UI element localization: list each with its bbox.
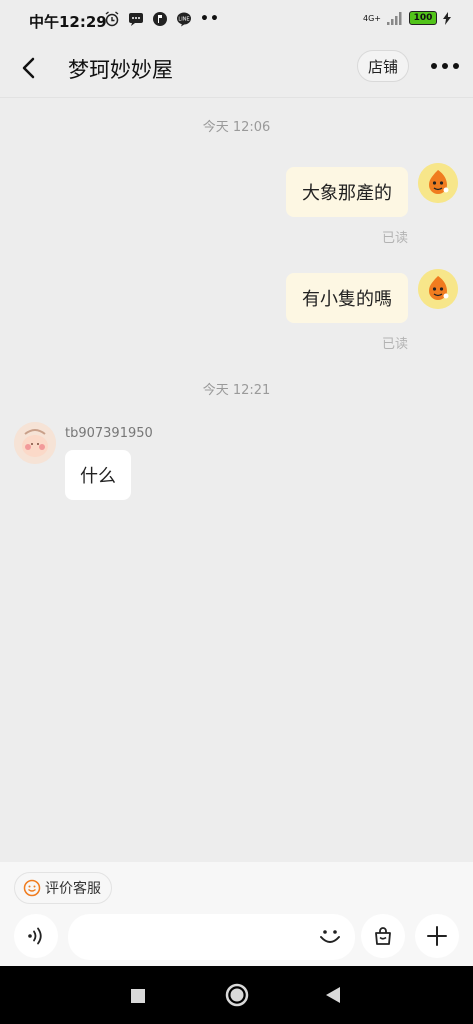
home-icon[interactable]	[225, 983, 249, 1007]
status-bar: 中午12:29 LINE •• 4G+ 100	[0, 0, 473, 40]
message-input[interactable]	[68, 914, 355, 960]
battery-icon: 100	[409, 11, 437, 25]
notification-icons: LINE ••	[104, 11, 220, 27]
message-bubble-outgoing[interactable]: 有小隻的嗎	[286, 273, 408, 323]
rate-service-button[interactable]: 评价客服	[14, 872, 112, 904]
message-timestamp: 今天 12:21	[202, 383, 271, 398]
sender-name: tb907391950	[65, 426, 153, 441]
message-bubble-outgoing[interactable]: 大象那產的	[286, 167, 408, 217]
system-navigation-bar	[0, 966, 473, 1024]
status-right: 4G+ 100	[363, 11, 451, 25]
page-title: 梦珂妙妙屋	[68, 58, 173, 82]
my-avatar-icon[interactable]	[418, 163, 458, 203]
network-type: 4G+	[363, 13, 381, 23]
voice-icon	[28, 927, 42, 945]
shopping-bag-button[interactable]	[361, 914, 405, 958]
sender-avatar-icon[interactable]	[14, 422, 56, 464]
plus-icon	[427, 926, 447, 946]
smiley-icon	[23, 879, 41, 897]
my-avatar-icon[interactable]	[418, 269, 458, 309]
charging-icon	[443, 11, 451, 25]
input-toolbar: 评价客服	[0, 862, 473, 966]
alarm-icon	[105, 11, 119, 27]
battery-level: 100	[413, 13, 433, 23]
line-app-icon: LINE	[177, 12, 191, 27]
recents-icon[interactable]	[130, 988, 146, 1004]
more-notifications-icon: ••	[200, 11, 220, 27]
rate-service-label: 评价客服	[45, 881, 101, 897]
app-notification-icon	[153, 12, 167, 26]
read-receipt: 已读	[381, 337, 408, 352]
shopping-bag-icon	[375, 927, 391, 945]
shop-button[interactable]: 店铺	[357, 50, 409, 82]
more-options-icon[interactable]	[430, 56, 460, 76]
svg-text:LINE: LINE	[178, 17, 189, 23]
message-timestamp: 今天 12:06	[202, 120, 271, 135]
emoji-icon[interactable]	[316, 922, 344, 950]
voice-input-button[interactable]	[14, 914, 58, 958]
signal-icon	[387, 11, 402, 25]
read-receipt: 已读	[381, 231, 408, 246]
status-time: 中午12:29	[29, 13, 107, 31]
back-nav-icon[interactable]	[325, 986, 341, 1004]
message-bubble-incoming[interactable]: 什么	[65, 450, 131, 500]
back-arrow-icon[interactable]	[18, 54, 42, 82]
chat-header: 梦珂妙妙屋 店铺	[0, 40, 473, 98]
message-icon	[129, 13, 143, 26]
more-actions-button[interactable]	[415, 914, 459, 958]
